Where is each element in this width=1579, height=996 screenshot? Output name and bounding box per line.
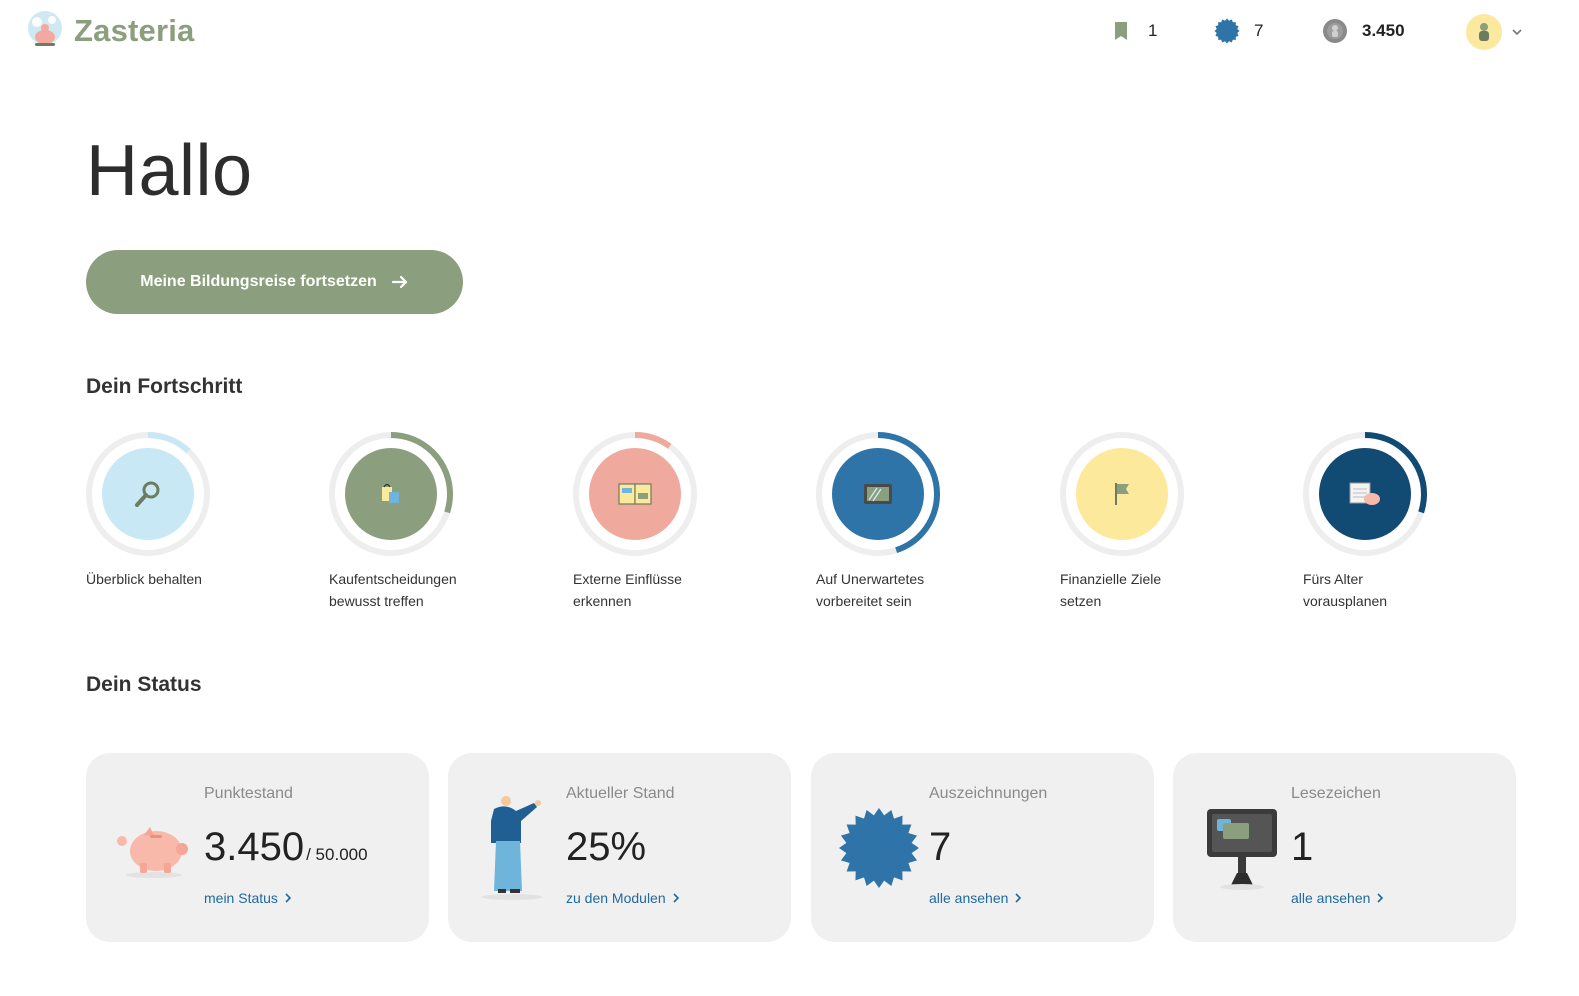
continue-journey-button[interactable]: Meine Bildungsreise fortsetzen (86, 250, 463, 314)
card-title: Aktueller Stand (566, 785, 675, 802)
link-label: alle ansehen (1291, 890, 1371, 906)
awards-card: Auszeichnungen 7 alle ansehen (811, 753, 1154, 942)
card-title: Lesezeichen (1291, 785, 1381, 802)
chevron-down-icon[interactable] (1510, 25, 1524, 39)
chevron-right-icon (1377, 893, 1384, 903)
view-all-awards-link[interactable]: alle ansehen (929, 890, 1022, 906)
module-label: Externe Einflüsse erkennen (573, 571, 682, 609)
calendar-piggy-icon (1319, 448, 1411, 540)
newspapers-icon (589, 448, 681, 540)
shopping-bags-icon (345, 448, 437, 540)
progress-ring (573, 432, 697, 556)
piggy-bank-icon (104, 783, 204, 913)
coin-icon (1322, 18, 1348, 44)
awards-count: 7 (1254, 21, 1264, 40)
points-max: / 50.000 (306, 845, 368, 864)
module-label: Auf Unerwartetes vorbereitet sein (816, 571, 925, 609)
to-modules-link[interactable]: zu den Modulen (566, 890, 680, 906)
logo[interactable]: Zasteria (24, 10, 195, 52)
broken-screen-icon (832, 448, 924, 540)
bookmarks-card: Lesezeichen 1 alle ansehen (1173, 753, 1516, 942)
logo-icon (28, 11, 62, 46)
progress-section-title: Dein Fortschritt (86, 375, 243, 398)
status-section-title: Dein Status (86, 673, 202, 696)
awards-counter[interactable]: 7 (1214, 18, 1263, 44)
module-label: Finanzielle Ziele setzen (1060, 571, 1162, 609)
bookmarks-count: 1 (1148, 21, 1158, 40)
my-status-link[interactable]: mein Status (204, 890, 292, 906)
bookmark-icon (1108, 18, 1134, 44)
awards-count: 7 (929, 825, 952, 869)
view-all-bookmarks-link[interactable]: alle ansehen (1291, 890, 1384, 906)
person-pointing-icon (466, 783, 566, 913)
progress-module[interactable]: Externe Einflüsse erkennen (573, 432, 773, 612)
points-counter[interactable]: 3.450 (1322, 18, 1405, 44)
progress-ring (1060, 432, 1184, 556)
progress-ring (816, 432, 940, 556)
user-menu[interactable] (1466, 14, 1524, 50)
current-progress-card: Aktueller Stand 25% zu den Modulen (448, 753, 791, 942)
link-label: alle ansehen (929, 890, 1009, 906)
module-label: Überblick behalten (86, 571, 202, 587)
progress-module[interactable]: Auf Unerwartetes vorbereitet sein (816, 432, 1016, 612)
monitor-icon (1191, 783, 1291, 913)
card-value: 7 (929, 825, 951, 870)
chevron-right-icon (285, 893, 292, 903)
card-value: 1 (1291, 825, 1313, 870)
card-value: 25% (566, 825, 646, 870)
page-title: Hallo (86, 131, 253, 211)
bookmarks-count: 1 (1291, 825, 1314, 869)
progress-module[interactable]: Kaufentscheidungen bewusst treffen (329, 432, 529, 612)
progress-module[interactable]: Fürs Alter vorausplanen (1303, 432, 1503, 612)
module-label: Fürs Alter vorausplanen (1303, 571, 1388, 609)
logo-text: Zasteria (74, 13, 195, 48)
points-value: 3.450 (204, 825, 305, 869)
card-title: Punktestand (204, 785, 293, 802)
points-value: 3.450 (1362, 21, 1405, 40)
progress-ring (329, 432, 453, 556)
award-badge-icon (829, 783, 929, 913)
progress-ring (86, 432, 210, 556)
points-card: Punktestand 3.450 / 50.000 mein Status (86, 753, 429, 942)
chevron-right-icon (673, 893, 679, 903)
link-label: zu den Modulen (566, 890, 666, 906)
top-bar: Zasteria 1 7 3.450 (0, 0, 1579, 70)
card-title: Auszeichnungen (929, 785, 1048, 802)
link-label: mein Status (204, 890, 278, 906)
continue-journey-label: Meine Bildungsreise fortsetzen (140, 273, 377, 290)
progress-percent: 25% (566, 825, 647, 869)
magnifier-icon (102, 448, 194, 540)
avatar[interactable] (1466, 14, 1502, 50)
progress-module[interactable]: Überblick behalten (86, 432, 286, 590)
user-icon (1479, 23, 1489, 41)
module-label: Kaufentscheidungen bewusst treffen (329, 571, 457, 609)
flag-icon (1076, 448, 1168, 540)
bookmarks-counter[interactable]: 1 (1108, 18, 1157, 44)
chevron-right-icon (1015, 893, 1022, 903)
card-value: 3.450 / 50.000 (204, 825, 368, 870)
award-badge-icon (1214, 18, 1240, 44)
arrow-right-icon (391, 275, 407, 289)
progress-module[interactable]: Finanzielle Ziele setzen (1060, 432, 1260, 612)
progress-ring (1303, 432, 1427, 556)
